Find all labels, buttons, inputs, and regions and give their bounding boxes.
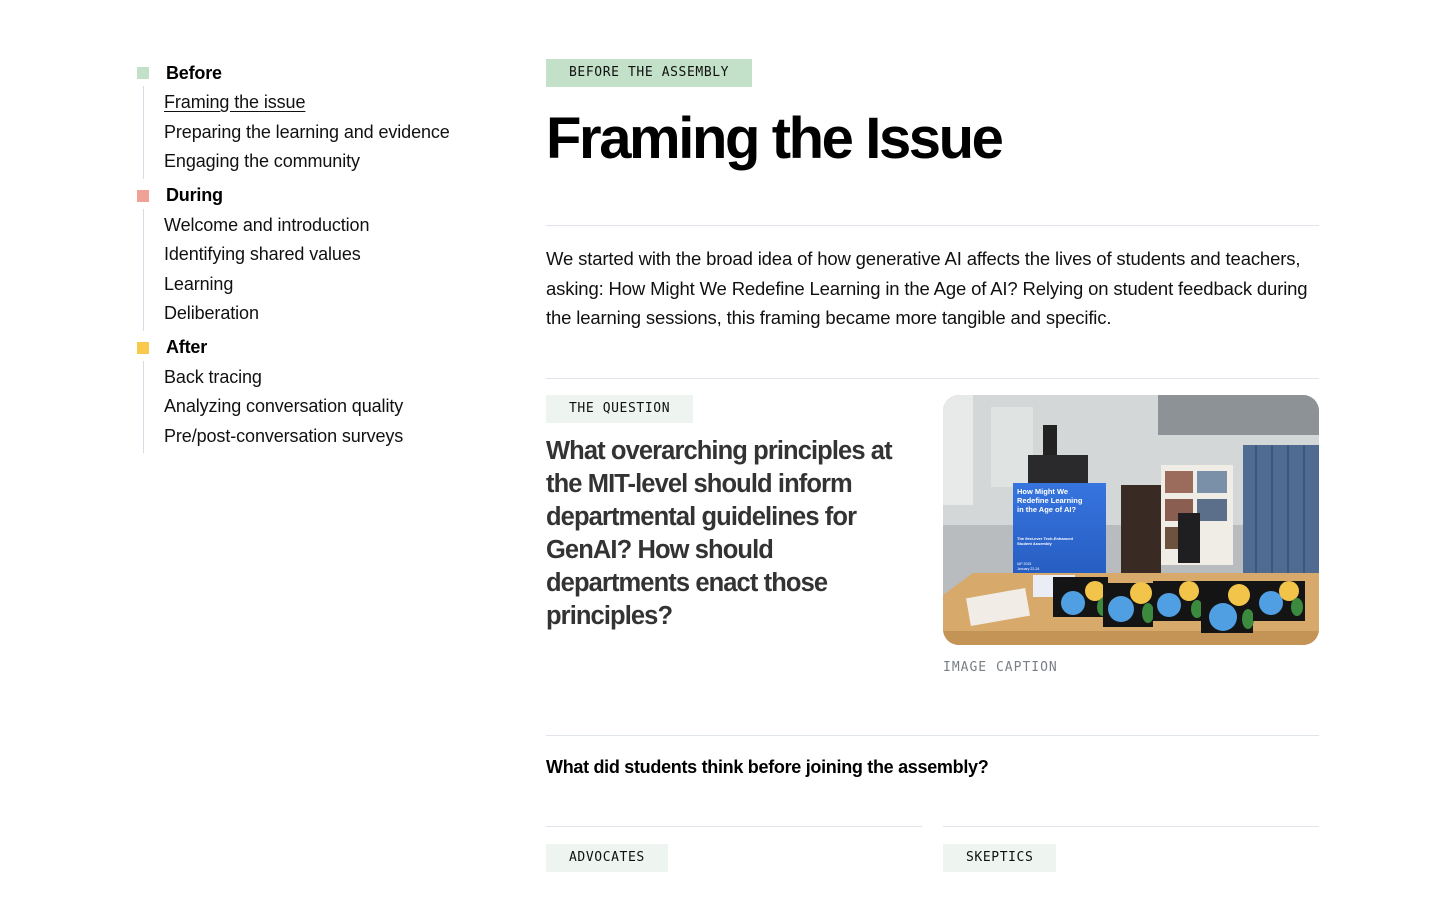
svg-text:IAP 2024: IAP 2024 xyxy=(1017,562,1031,566)
svg-text:Student Assembly: Student Assembly xyxy=(1017,541,1053,546)
toc-item-framing-the-issue[interactable]: Framing the issue xyxy=(164,88,497,118)
skeptics-column: SKEPTICS xyxy=(943,825,1319,872)
toc-list: Welcome and introduction Identifying sha… xyxy=(143,208,497,331)
divider xyxy=(546,377,1319,379)
toc-group-header[interactable]: After xyxy=(137,335,497,361)
before-marker-icon xyxy=(137,67,149,79)
toc-group-title: After xyxy=(166,337,208,357)
image-caption: IMAGE CAPTION xyxy=(943,659,1058,675)
event-photo: How Might We Redefine Learning in the Ag… xyxy=(943,394,1319,645)
divider xyxy=(943,825,1319,827)
toc-item-engaging-community[interactable]: Engaging the community xyxy=(164,147,497,177)
skeptics-tag: SKEPTICS xyxy=(943,843,1057,872)
divider xyxy=(546,734,1319,736)
after-marker-icon xyxy=(137,341,149,354)
question-section: THE QUESTION What overarching principles… xyxy=(546,394,1319,675)
during-marker-icon xyxy=(137,189,149,202)
toc-group-header[interactable]: During xyxy=(137,183,497,209)
svg-text:in the Age of AI?: in the Age of AI? xyxy=(1017,505,1076,514)
advocates-column: ADVOCATES xyxy=(546,825,922,872)
divider xyxy=(546,825,922,827)
toc-group-during: During Welcome and introduction Identify… xyxy=(137,183,497,331)
toc-list: Framing the issue Preparing the learning… xyxy=(143,86,497,179)
toc-group-title: During xyxy=(166,185,223,205)
svg-text:Redefine Learning: Redefine Learning xyxy=(1017,496,1083,505)
toc-item-deliberation[interactable]: Deliberation xyxy=(164,299,497,329)
toc-group-title: Before xyxy=(166,62,222,83)
toc-item-shared-values[interactable]: Identifying shared values xyxy=(164,240,497,270)
svg-text:How Might We: How Might We xyxy=(1017,487,1068,496)
toc-group-header[interactable]: Before xyxy=(137,60,497,86)
toc-item-learning[interactable]: Learning xyxy=(164,270,497,300)
toc-item-surveys[interactable]: Pre/post-conversation surveys xyxy=(164,422,497,452)
divider xyxy=(546,225,1319,226)
section-tag: BEFORE THE ASSEMBLY xyxy=(546,59,753,87)
svg-text:January 22-24: January 22-24 xyxy=(1017,567,1039,571)
toc-list: Back tracing Analyzing conversation qual… xyxy=(143,360,497,453)
question-tag: THE QUESTION xyxy=(546,394,694,423)
toc-group-before: Before Framing the issue Preparing the l… xyxy=(137,60,497,179)
toc-item-conversation-quality[interactable]: Analyzing conversation quality xyxy=(164,392,497,422)
page-title: Framing the Issue xyxy=(546,106,1004,171)
toc-item-back-tracing[interactable]: Back tracing xyxy=(164,363,497,393)
intro-paragraph: We started with the broad idea of how ge… xyxy=(546,248,1308,328)
image-column: How Might We Redefine Learning in the Ag… xyxy=(943,394,1319,675)
toc-item-welcome[interactable]: Welcome and introduction xyxy=(164,211,497,241)
main-content: BEFORE THE ASSEMBLY Framing the Issue We… xyxy=(546,59,1319,872)
table-of-contents: Before Framing the issue Preparing the l… xyxy=(137,60,497,457)
advocates-tag: ADVOCATES xyxy=(546,843,668,872)
toc-group-after: After Back tracing Analyzing conversatio… xyxy=(137,335,497,453)
question-text: What overarching principles at the MIT-l… xyxy=(546,436,893,630)
section-subheading: What did students think before joining t… xyxy=(546,756,989,777)
event-photo-illustration: How Might We Redefine Learning in the Ag… xyxy=(943,394,1319,645)
toc-item-preparing-learning[interactable]: Preparing the learning and evidence xyxy=(164,118,497,148)
opinion-columns: ADVOCATES SKEPTICS xyxy=(546,825,1319,872)
question-column: THE QUESTION What overarching principles… xyxy=(546,394,921,675)
